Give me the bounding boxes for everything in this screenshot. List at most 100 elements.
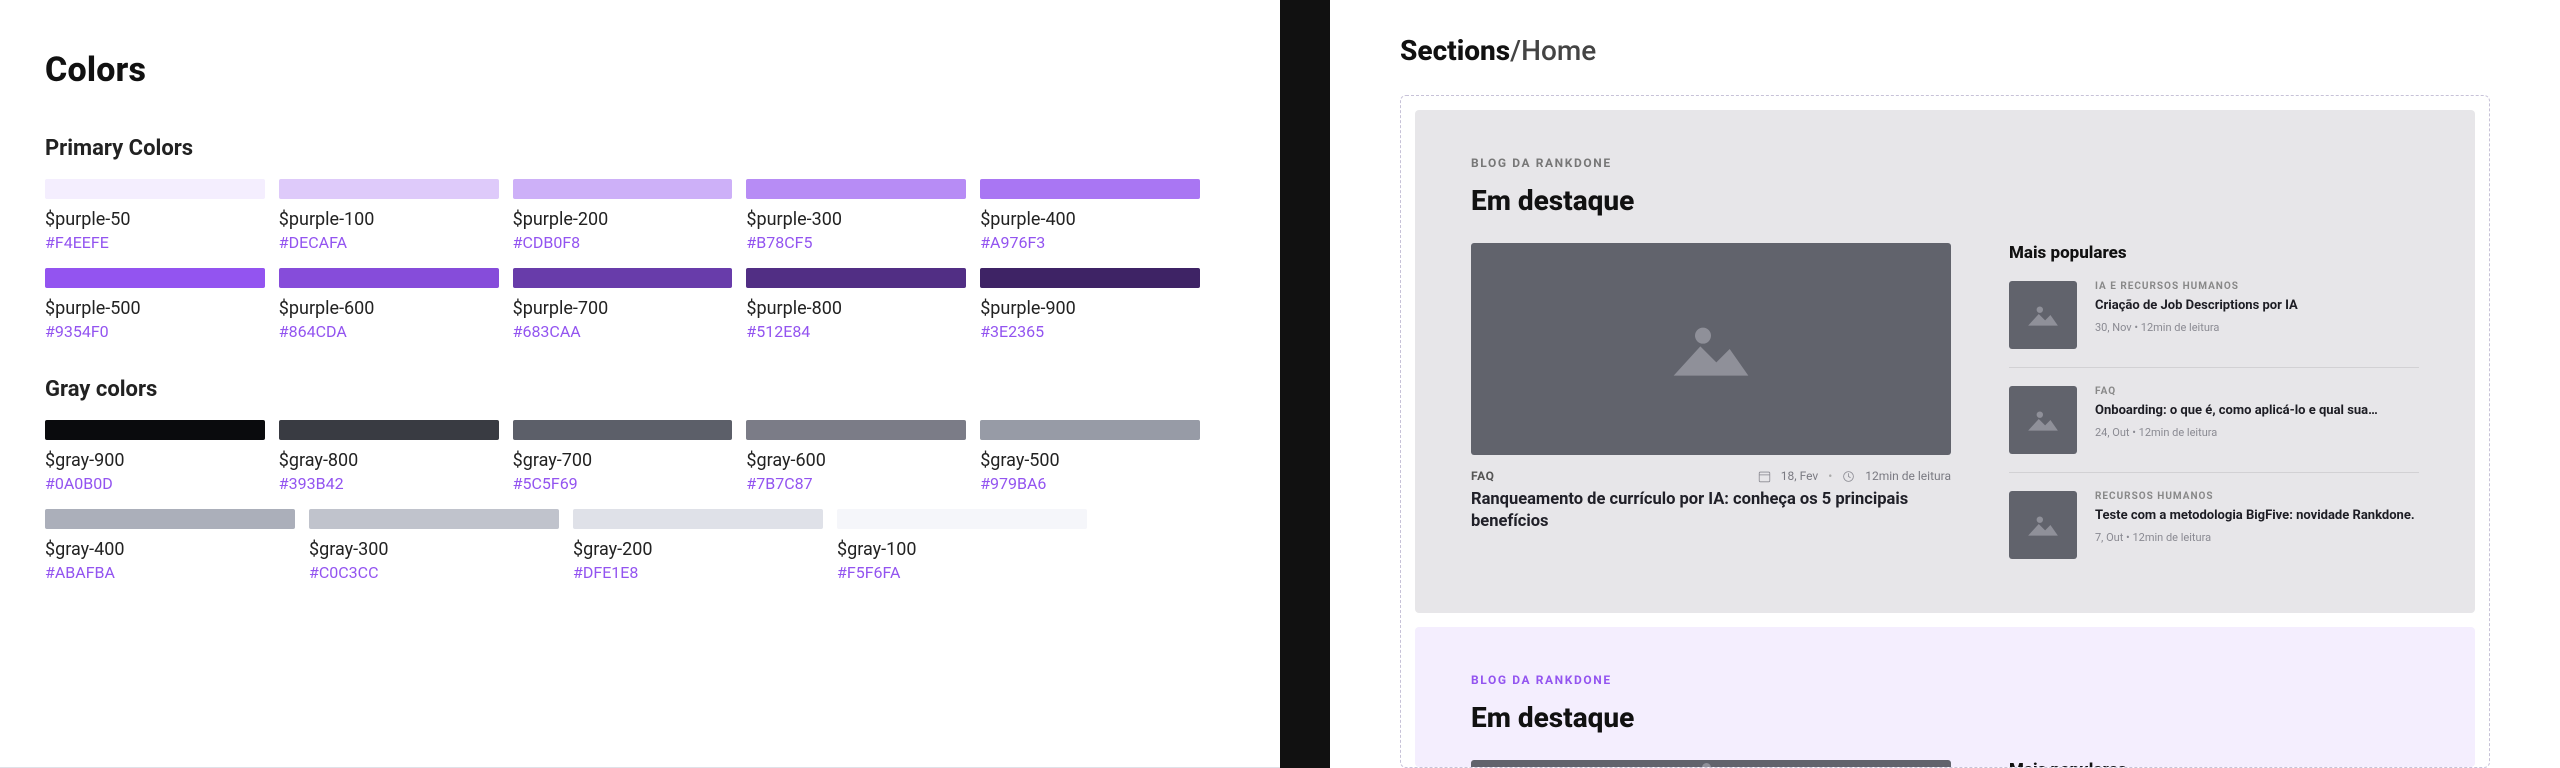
color-hex: #512E84 [746,322,966,341]
color-swatch: $purple-800 #512E84 [746,268,966,341]
divider [1280,0,1330,768]
color-name: $purple-100 [279,209,499,230]
popular-title: Teste com a metodologia BigFive: novidad… [2095,507,2419,525]
palette-pane: Colors Primary Colors $purple-50#F4EEFE$… [0,0,1280,768]
color-hex: #9354F0 [45,322,265,341]
popular-title: Criação de Job Descriptions por IA [2095,297,2419,315]
color-chip [513,268,733,288]
popular-meta: 24, Out • 12min de leitura [2095,426,2419,439]
color-hex: #5C5F69 [513,474,733,493]
featured-col [1471,760,1951,767]
color-swatch: $purple-100 #DECAFA [279,179,499,252]
color-swatch: $purple-500 #9354F0 [45,268,265,341]
color-hex: #ABAFBA [45,563,295,582]
color-name: $gray-900 [45,450,265,471]
color-chip [746,420,966,440]
featured-hero[interactable] [1471,243,1951,455]
popular-heading: Mais populares [2009,243,2419,263]
section-eyebrow: BLOG DA RANKDONE [1471,673,2419,687]
clock-icon [1842,470,1855,483]
color-name: $gray-500 [980,450,1200,471]
color-name: $gray-700 [513,450,733,471]
color-swatch: $purple-300#B78CF5 [746,179,966,252]
color-swatch: $gray-500#979BA6 [980,420,1200,493]
color-name: $gray-100 [837,539,1087,560]
color-swatch: $purple-50 #F4EEFE [45,179,265,252]
color-chip [837,509,1087,529]
color-name: $purple-500 [45,298,265,319]
section-eyebrow: BLOG DA RANKDONE [1471,156,2419,170]
popular-thumb [2009,386,2077,454]
image-placeholder-icon [1668,317,1754,381]
color-swatch: $gray-300#C0C3CC [309,509,559,582]
featured-category: FAQ [1471,469,1495,483]
color-swatch: $purple-900#3E2365 [980,268,1200,341]
breadcrumb: Sections/Home [1400,34,2490,67]
image-placeholder-icon [2026,302,2060,328]
image-placeholder-icon [2026,512,2060,538]
color-hex: #CDB0F8 [513,233,733,252]
popular-col: Mais popularesIA E RECURSOS HUMANOS [2009,760,2419,767]
color-swatch: $purple-600 #864CDA [279,268,499,341]
section-title: Em destaque [1471,184,2419,217]
color-chip [279,179,499,199]
sections-frame: BLOG DA RANKDONEEm destaqueFAQ18, Fev•12… [1400,95,2490,768]
home-section: BLOG DA RANKDONE Em destaque Mais populare… [1415,627,2475,767]
color-chip [45,268,265,288]
popular-item[interactable]: IA E RECURSOS HUMANOSCriação de Job Desc… [2009,281,2419,367]
color-hex: #F5F6FA [837,563,1087,582]
color-name: $purple-700 [513,298,733,319]
color-hex: #7B7C87 [746,474,966,493]
color-swatch: $gray-200#DFE1E8 [573,509,823,582]
color-hex: #B78CF5 [746,233,966,252]
featured-readtime: 12min de leitura [1865,469,1951,483]
section-title: Em destaque [1471,701,2419,734]
color-chip [45,179,265,199]
color-chip [279,420,499,440]
popular-item[interactable]: FAQOnboarding: o que é, como aplicá-lo e… [2009,367,2419,472]
color-hex: #0A0B0D [45,474,265,493]
color-name: $gray-400 [45,539,295,560]
color-swatch: $purple-200 #CDB0F8 [513,179,733,252]
color-name: $purple-400 [980,209,1200,230]
color-swatch: $gray-700 #5C5F69 [513,420,733,493]
home-section: BLOG DA RANKDONEEm destaqueFAQ18, Fev•12… [1415,110,2475,613]
popular-title: Onboarding: o que é, como aplicá-lo e qu… [2095,402,2419,420]
color-hex: #F4EEFE [45,233,265,252]
popular-heading: Mais populares [2009,760,2419,767]
popular-eyebrow: RECURSOS HUMANOS [2095,491,2419,502]
popular-meta: 30, Nov • 12min de leitura [2095,321,2419,334]
color-hex: #683CAA [513,322,733,341]
color-swatch: $gray-800#393B42 [279,420,499,493]
color-name: $purple-800 [746,298,966,319]
popular-item[interactable]: RECURSOS HUMANOS Teste com a metodologia … [2009,472,2419,577]
popular-col: Mais populares IA E RECURSOS HUMANOSCriaç… [2009,243,2419,577]
color-hex: #DECAFA [279,233,499,252]
color-chip [45,420,265,440]
color-name: $purple-600 [279,298,499,319]
color-hex: #864CDA [279,322,499,341]
color-chip [573,509,823,529]
color-swatch: $gray-400 #ABAFBA [45,509,295,582]
primary-colors-heading: Primary Colors [45,136,1200,161]
color-swatch: $purple-400 #A976F3 [980,179,1200,252]
palette-title: Colors [45,50,1200,90]
color-swatch: $gray-100 #F5F6FA [837,509,1087,582]
breadcrumb-sub: /Home [1510,34,1596,67]
color-chip [980,420,1200,440]
color-chip [513,179,733,199]
color-chip [746,179,966,199]
featured-date: 18, Fev [1781,469,1818,483]
color-hex: #A976F3 [980,233,1200,252]
color-swatch: $gray-600 #7B7C87 [746,420,966,493]
color-name: $gray-600 [746,450,966,471]
featured-headline: Ranqueamento de currículo por IA: conheç… [1471,489,1951,534]
calendar-icon [1758,470,1771,483]
breadcrumb-root: Sections [1400,34,1510,67]
color-name: $purple-200 [513,209,733,230]
color-chip [309,509,559,529]
featured-hero[interactable] [1471,760,1951,767]
color-name: $purple-50 [45,209,265,230]
popular-meta: 7, Out • 12min de leitura [2095,531,2419,544]
color-chip [279,268,499,288]
